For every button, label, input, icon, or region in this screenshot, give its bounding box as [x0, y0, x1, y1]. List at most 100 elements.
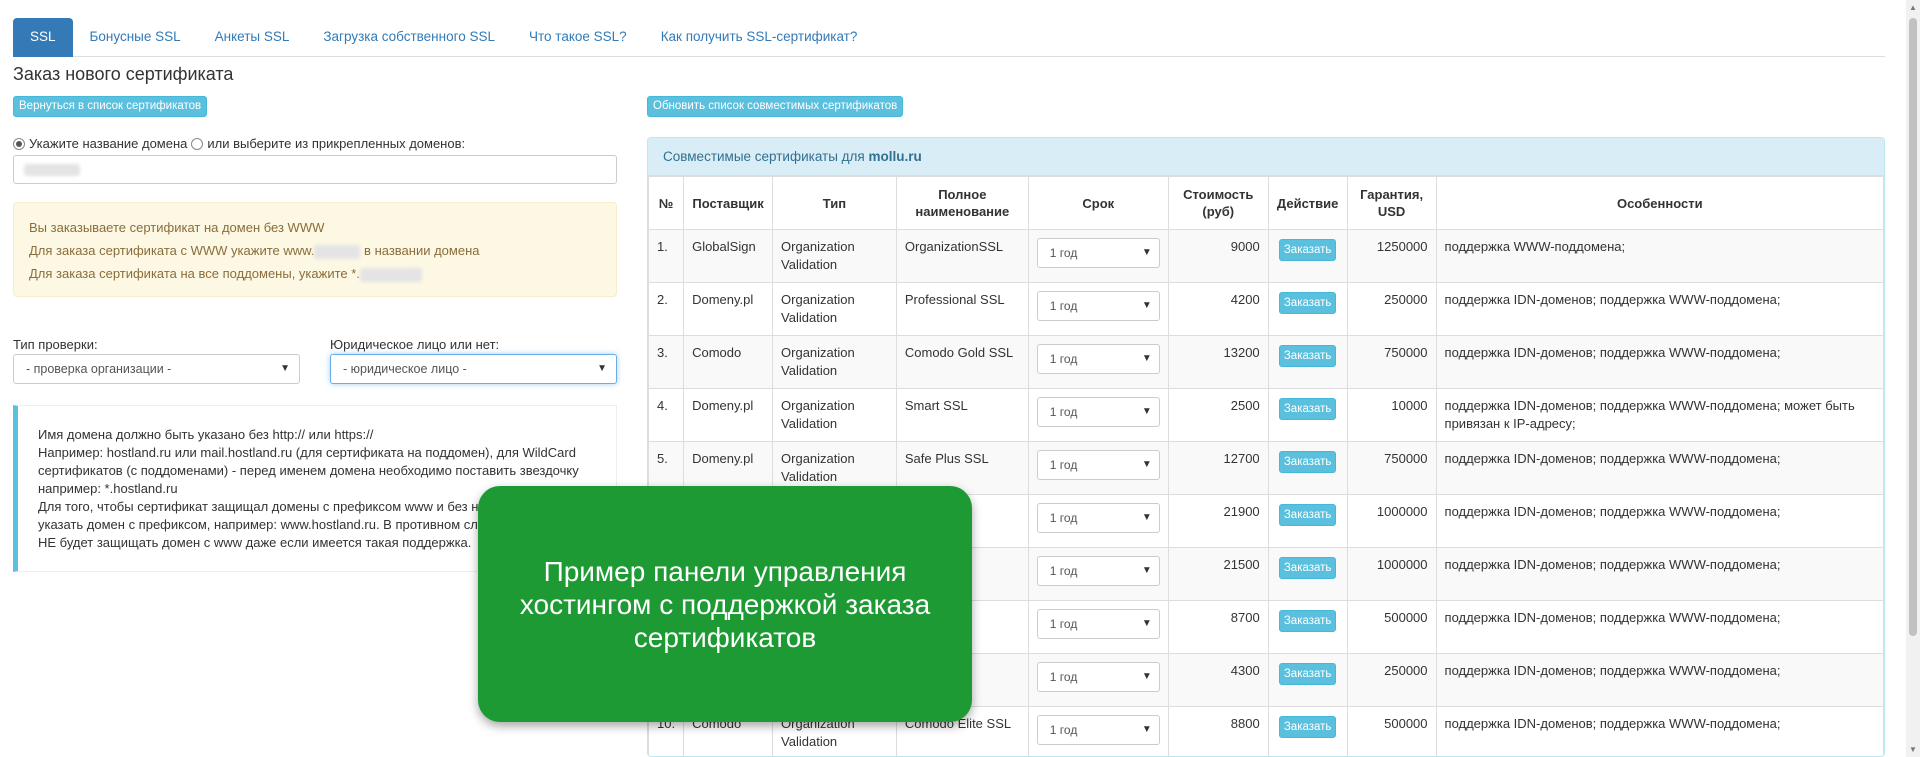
order-button[interactable]: Заказать — [1278, 716, 1337, 738]
term-select[interactable]: 1 год ▼ — [1036, 238, 1160, 268]
order-button[interactable]: Заказать — [1278, 345, 1337, 367]
cell-price: 13200 — [1167, 335, 1269, 389]
radio-enter-domain-label: Укажите название домена — [29, 136, 188, 151]
col-features: Особенности — [1435, 176, 1884, 230]
cell-type-l1: Organization — [781, 398, 855, 413]
col-action: Действие — [1267, 176, 1348, 230]
cell-price: 2500 — [1167, 388, 1269, 442]
order-button[interactable]: Заказать — [1278, 557, 1337, 579]
order-button[interactable]: Заказать — [1278, 610, 1337, 632]
radio-enter-domain[interactable] — [13, 137, 25, 150]
tab-how-to-get-ssl[interactable]: Как получить SSL-сертификат? — [644, 18, 875, 57]
back-to-list-button[interactable]: Вернуться в список сертификатов — [13, 96, 208, 117]
term-select[interactable]: 1 год ▼ — [1036, 715, 1160, 745]
cell-type: Organization Validation — [772, 229, 897, 283]
term-value: 1 год — [1049, 564, 1078, 578]
domain-input[interactable] — [13, 155, 617, 184]
term-value: 1 год — [1049, 723, 1078, 737]
warning-line-3a: Для заказа сертификата на все поддомены,… — [29, 266, 360, 281]
term-select[interactable]: 1 год ▼ — [1036, 662, 1160, 692]
term-select[interactable]: 1 год ▼ — [1036, 609, 1160, 639]
cell-type: Organization Validation — [772, 335, 897, 389]
warning-line-2: Для заказа сертификата с WWW укажите www… — [29, 239, 601, 262]
tab-upload-own-ssl[interactable]: Загрузка собственного SSL — [306, 18, 512, 57]
cell-action: Заказать — [1267, 494, 1348, 548]
cell-type-l2: Validation — [781, 363, 838, 378]
cell-features: поддержка IDN-доменов; поддержка WWW-под… — [1435, 547, 1884, 601]
cell-features: поддержка IDN-доменов; поддержка WWW-под… — [1435, 706, 1884, 756]
cell-action: Заказать — [1267, 653, 1348, 707]
order-button[interactable]: Заказать — [1278, 451, 1337, 473]
cell-full-name: OrganizationSSL — [895, 229, 1029, 283]
caret-down-icon: ▼ — [1141, 459, 1152, 470]
cell-action: Заказать — [1267, 388, 1348, 442]
term-select[interactable]: 1 год ▼ — [1036, 291, 1160, 321]
cell-warranty: 250000 — [1346, 282, 1437, 336]
cell-features: поддержка IDN-доменов; поддержка WWW-под… — [1435, 388, 1884, 442]
table-row: 3. Comodo Organization Validation Comodo Gol… — [648, 335, 1884, 389]
cell-type-l2: Validation — [781, 734, 838, 749]
panel-title: Совместимые сертификаты для — [663, 149, 865, 164]
cell-features: поддержка IDN-доменов; поддержка WWW-под… — [1435, 282, 1884, 336]
cell-term: 1 год ▼ — [1027, 706, 1169, 756]
order-button[interactable]: Заказать — [1278, 398, 1337, 420]
cell-warranty: 1000000 — [1346, 494, 1437, 548]
cell-action: Заказать — [1267, 441, 1348, 495]
refresh-compatible-button[interactable]: Обновить список совместимых сертификатов — [647, 96, 904, 117]
term-value: 1 год — [1049, 246, 1078, 260]
check-type-select[interactable]: - проверка организации - ▼ — [13, 354, 300, 384]
col-price-l1: Стоимость — [1183, 187, 1254, 202]
cell-price: 21900 — [1167, 494, 1269, 548]
term-select[interactable]: 1 год ▼ — [1036, 450, 1160, 480]
col-vendor: Поставщик — [683, 176, 774, 230]
cell-num: 4. — [648, 388, 685, 442]
caret-down-icon: ▼ — [1141, 565, 1152, 576]
term-select[interactable]: 1 год ▼ — [1036, 556, 1160, 586]
page-scrollbar[interactable]: ▲ ▼ — [1906, 0, 1920, 757]
cell-term: 1 год ▼ — [1027, 282, 1169, 336]
order-button[interactable]: Заказать — [1278, 504, 1337, 526]
blurred-domain — [314, 244, 361, 259]
caret-down-icon: ▼ — [1141, 247, 1152, 258]
domain-warning: Вы заказываете сертификат на домен без W… — [13, 202, 617, 297]
cell-term: 1 год ▼ — [1027, 494, 1169, 548]
cell-action: Заказать — [1267, 600, 1348, 654]
term-select[interactable]: 1 год ▼ — [1036, 344, 1160, 374]
legal-entity-select[interactable]: - юридическое лицо - ▼ — [330, 354, 617, 384]
col-price-l2: (руб) — [1202, 204, 1235, 219]
cell-features: поддержка IDN-доменов; поддержка WWW-под… — [1435, 441, 1884, 495]
cell-price: 9000 — [1167, 229, 1269, 283]
radio-attached-domain[interactable] — [191, 137, 204, 150]
order-button[interactable]: Заказать — [1278, 292, 1337, 314]
order-button[interactable]: Заказать — [1278, 239, 1337, 261]
cell-term: 1 год ▼ — [1027, 547, 1169, 601]
note-line: сертификатов (с поддоменами) - перед име… — [38, 463, 579, 478]
cell-vendor: Comodo — [683, 335, 774, 389]
cell-type: Organization Validation — [772, 388, 897, 442]
cell-full-name: Smart SSL — [895, 388, 1029, 442]
cell-type-l2: Validation — [781, 469, 838, 484]
cell-price: 8700 — [1167, 600, 1269, 654]
tab-ssl-forms[interactable]: Анкеты SSL — [198, 18, 307, 57]
scroll-up-icon[interactable]: ▲ — [1909, 3, 1917, 12]
scroll-down-icon[interactable]: ▼ — [1909, 745, 1917, 754]
order-button[interactable]: Заказать — [1278, 663, 1337, 685]
col-warranty-l1: Гарантия, — [1360, 187, 1424, 202]
tab-ssl[interactable]: SSL — [13, 18, 73, 57]
cell-term: 1 год ▼ — [1027, 388, 1169, 442]
col-num: № — [648, 176, 685, 230]
tab-bar: SSL Бонусные SSL Анкеты SSL Загрузка соб… — [13, 18, 1885, 57]
tab-bonus-ssl[interactable]: Бонусные SSL — [73, 18, 198, 57]
term-select[interactable]: 1 год ▼ — [1036, 503, 1160, 533]
cell-vendor: Domeny.pl — [683, 282, 774, 336]
cell-type-l1: Organization — [781, 239, 855, 254]
term-value: 1 год — [1049, 617, 1078, 631]
cell-term: 1 год ▼ — [1027, 441, 1169, 495]
tab-what-is-ssl[interactable]: Что такое SSL? — [512, 18, 644, 57]
cell-term: 1 год ▼ — [1027, 335, 1169, 389]
scrollbar-thumb[interactable] — [1909, 18, 1917, 636]
promo-overlay: Пример панели управления хостингом с под… — [478, 486, 972, 722]
check-type-value: - проверка организации - — [26, 362, 172, 376]
cell-full-name: Comodo Gold SSL — [895, 335, 1029, 389]
term-select[interactable]: 1 год ▼ — [1036, 397, 1160, 427]
